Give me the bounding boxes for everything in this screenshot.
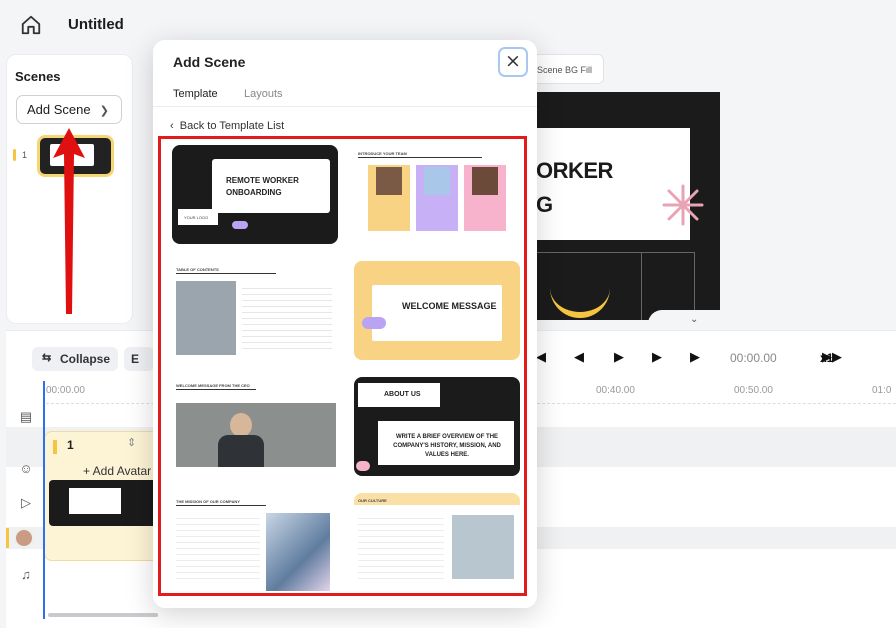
template-logo: YOUR LOGO	[184, 215, 209, 220]
template-our-culture[interactable]: OUR CULTURE	[354, 493, 520, 592]
chevron-left-icon: ‹	[170, 120, 180, 132]
ruler-label: 00:40.00	[596, 385, 635, 396]
time-display: 00:00.00	[730, 351, 777, 365]
template-ceo-welcome[interactable]: WELCOME MESSAGE FROM THE CEO	[172, 377, 338, 476]
tab-template[interactable]: Template	[173, 88, 218, 100]
template-about-us[interactable]: ABOUT US WRITE A BRIEF OVERVIEW OF THE C…	[354, 377, 520, 476]
expand-button[interactable]: E	[124, 347, 154, 371]
music-icon[interactable]: ♫	[18, 567, 34, 583]
template-title: OUR CULTURE	[358, 498, 387, 503]
template-title: THE MISSION OF OUR COMPANY	[176, 499, 240, 504]
template-title: WELCOME MESSAGE FROM THE CEO	[176, 383, 250, 388]
collapse-icon: ⇆	[42, 352, 52, 364]
back-to-template-list-link[interactable]: ‹ Back to Template List	[170, 120, 284, 132]
collapse-button[interactable]: ⇆ Collapse	[32, 347, 118, 371]
canvas-headline-line2: G	[536, 192, 553, 218]
arrow-up-icon	[53, 128, 85, 314]
template-grid-highlight: REMOTE WORKER ONBOARDING YOUR LOGO INTRO…	[158, 136, 527, 596]
avatar-icon[interactable]: ☺	[18, 461, 34, 477]
canvas-headline: ORKER G	[536, 154, 613, 222]
skip-back-icon[interactable]: ◀	[536, 349, 546, 365]
scene-number: 1	[22, 150, 28, 160]
template-company-mission[interactable]: THE MISSION OF OUR COMPANY	[172, 493, 338, 592]
horizontal-scrollbar[interactable]	[48, 613, 158, 617]
add-scene-modal: Add Scene × Template Layouts ‹ Back to T…	[153, 40, 537, 608]
scene-indicator	[13, 149, 16, 161]
template-title: REMOTE WORKER ONBOARDING	[226, 176, 299, 197]
step-back-icon[interactable]: ◀	[574, 349, 584, 365]
canvas-headline-line1: ORKER	[536, 158, 613, 183]
step-forward-icon[interactable]: ▶	[652, 349, 662, 365]
skip-forward-icon[interactable]: ▶	[690, 349, 700, 365]
drag-handle[interactable]	[53, 440, 57, 454]
ruler-label: 00:50.00	[734, 385, 773, 396]
template-introduce-team[interactable]: INTRODUCE YOUR TEAM	[354, 145, 520, 244]
chevron-right-icon: ❯	[99, 105, 109, 117]
video-icon[interactable]: ▷	[18, 495, 34, 511]
ruler-label: 00:00.00	[46, 385, 85, 396]
scenes-title: Scenes	[15, 69, 61, 84]
subtitle-icon[interactable]: ▤	[18, 409, 34, 425]
expand-label: E	[131, 352, 140, 366]
modal-title: Add Scene	[173, 54, 246, 70]
reorder-icon[interactable]: ⇕	[127, 436, 136, 449]
ruler-label: 01:0	[872, 385, 892, 396]
back-label: Back to Template List	[179, 120, 285, 132]
template-body: WRITE A BRIEF OVERVIEW OF THE COMPANY'S …	[393, 434, 501, 458]
scene-track-clip[interactable]: 1 ⇕ + Add Avatar	[44, 431, 164, 561]
template-title: WELCOME MESSAGE	[402, 301, 497, 311]
template-title: ABOUT US	[384, 391, 421, 398]
playhead[interactable]	[43, 381, 45, 619]
scene-track-number: 1	[67, 438, 74, 452]
template-table-of-contents[interactable]: TABLE OF CONTENTS	[172, 261, 338, 360]
template-title: INTRODUCE YOUR TEAM	[358, 151, 407, 156]
avatar-track-marker	[6, 528, 9, 548]
tab-layouts[interactable]: Layouts	[244, 88, 283, 100]
playback-speed[interactable]: x1	[820, 351, 833, 365]
add-scene-label: Add Scene	[27, 102, 91, 117]
chevron-down-icon[interactable]: ⌄	[690, 314, 698, 325]
template-remote-worker-onboarding[interactable]: REMOTE WORKER ONBOARDING YOUR LOGO	[172, 145, 338, 244]
document-title[interactable]: Untitled	[68, 16, 124, 33]
add-avatar-button[interactable]: + Add Avatar	[83, 464, 151, 478]
template-title: TABLE OF CONTENTS	[176, 267, 219, 272]
add-scene-button[interactable]: Add Scene ❯	[16, 95, 122, 124]
tab-divider	[153, 106, 537, 107]
sparkle-icon	[662, 184, 704, 226]
close-button[interactable]: ×	[498, 47, 528, 77]
template-welcome-message[interactable]: WELCOME MESSAGE	[354, 261, 520, 360]
play-icon[interactable]: ▶	[614, 349, 624, 365]
scene-track-thumbnail	[49, 480, 159, 526]
avatar[interactable]	[14, 528, 34, 548]
home-icon[interactable]	[20, 14, 42, 36]
collapse-label: Collapse	[60, 352, 111, 366]
